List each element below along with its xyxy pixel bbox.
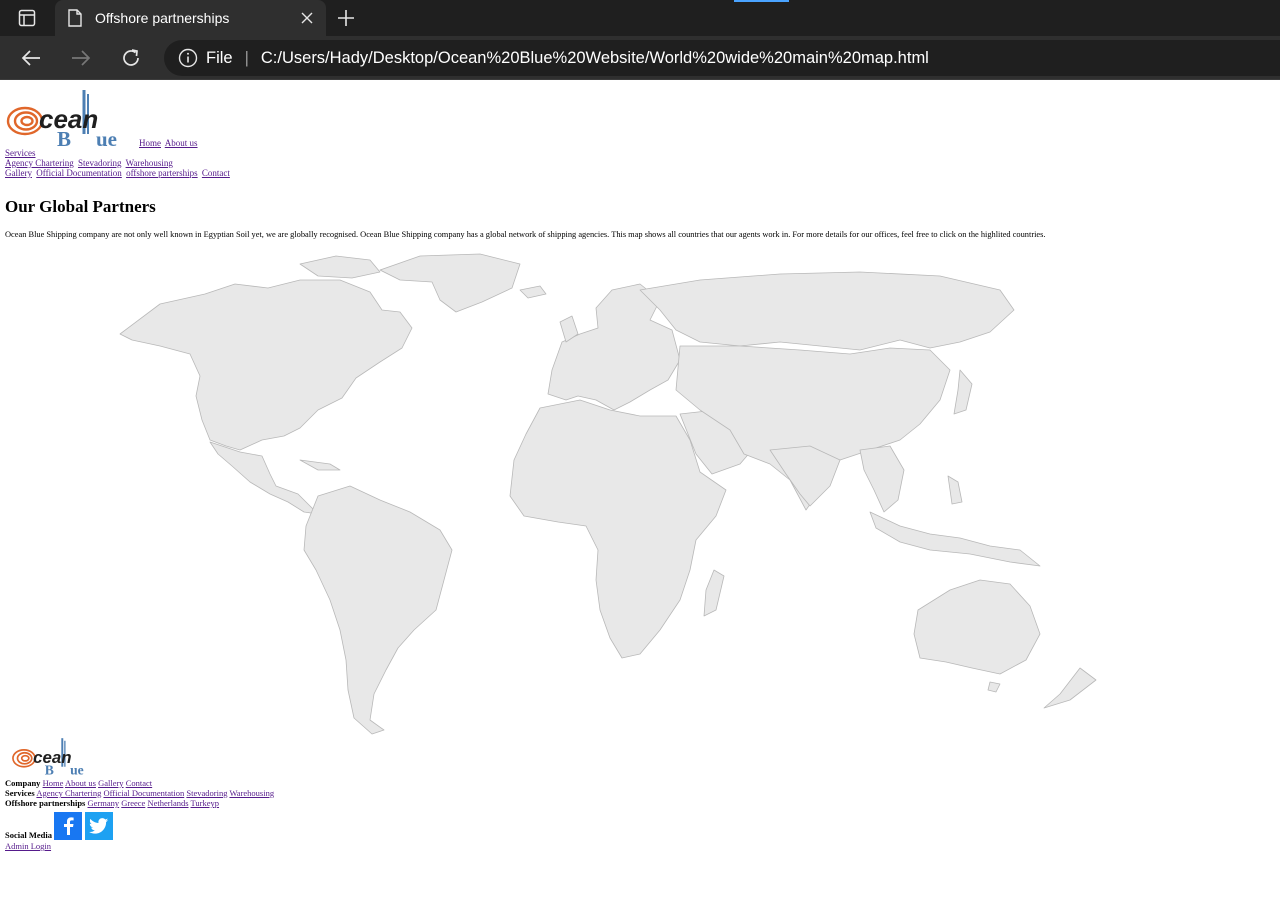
map-country-philippines[interactable] <box>947 475 963 505</box>
nav-link-agency-chartering[interactable]: Agency Chartering <box>5 158 74 168</box>
back-arrow-icon[interactable] <box>16 44 46 72</box>
nav-link-official-documentation[interactable]: Official Documentation <box>36 168 122 178</box>
footer-link-stevadoring[interactable]: Stevadoring <box>186 788 227 798</box>
footer-logo-letter-b: B <box>45 763 54 776</box>
nav-link-contact[interactable]: Contact <box>202 168 230 178</box>
footer-offshore-row: Offshore partnerships Germany Greece Net… <box>5 798 274 808</box>
footer-admin-row: Admin Login <box>5 841 274 851</box>
page-title: Our Global Partners <box>5 197 156 216</box>
address-bar[interactable]: File | C:/Users/Hady/Desktop/Ocean%20Blu… <box>164 40 1280 76</box>
intro-paragraph: Ocean Blue Shipping company are not only… <box>5 230 1046 239</box>
browser-toolbar: File | C:/Users/Hady/Desktop/Ocean%20Blu… <box>0 36 1280 80</box>
reload-icon[interactable] <box>116 44 146 72</box>
map-country-india[interactable] <box>769 445 841 507</box>
footer-services-row: Services Agency Chartering Official Docu… <box>5 788 274 798</box>
nav-link-services[interactable]: Services <box>5 148 36 158</box>
world-map[interactable] <box>0 250 1140 740</box>
map-country-tasmania[interactable] <box>987 681 1001 693</box>
footer-logo[interactable]: cean B ue <box>11 738 85 778</box>
address-separator: | <box>244 48 249 67</box>
map-country-australia[interactable] <box>913 579 1041 675</box>
map-country-north-america[interactable] <box>119 279 413 451</box>
map-country-indonesia[interactable] <box>869 511 1041 567</box>
map-country-south-america[interactable] <box>303 485 453 735</box>
site-header: cean B ue Home About us Services Agency … <box>5 90 232 178</box>
nav-link-stevadoring[interactable]: Stevadoring <box>78 158 122 168</box>
footer-link-greece[interactable]: Greece <box>121 798 145 808</box>
logo-word-ue: ue <box>96 127 117 148</box>
social-media-label: Social Media <box>5 830 52 840</box>
footer-link-germany[interactable]: Germany <box>88 798 120 808</box>
tab-actions-icon[interactable] <box>8 6 46 30</box>
footer-services-label: Services <box>5 788 35 798</box>
map-country-greenland[interactable] <box>379 253 521 313</box>
map-country-japan[interactable] <box>953 369 973 415</box>
close-icon[interactable] <box>292 3 322 33</box>
map-country-russia[interactable] <box>639 271 1015 351</box>
map-country-madagascar[interactable] <box>703 569 725 617</box>
footer-link-netherlands[interactable]: Netherlands <box>147 798 188 808</box>
footer-company-label: Company <box>5 778 41 788</box>
forward-arrow-icon[interactable] <box>66 44 96 72</box>
footer-link-warehousing[interactable]: Warehousing <box>229 788 274 798</box>
browser-tab[interactable]: Offshore partnerships <box>55 0 326 36</box>
page-icon <box>68 9 82 27</box>
footer-link-gallery[interactable]: Gallery <box>98 778 124 788</box>
footer-link-home[interactable]: Home <box>43 778 64 788</box>
browser-titlebar: Offshore partnerships <box>0 0 1280 36</box>
header-nav-row-2: Services <box>5 148 232 158</box>
logo-letter-b: B <box>57 127 71 148</box>
map-country-cuba[interactable] <box>299 459 341 471</box>
ocean-blue-logo[interactable]: cean B ue <box>5 90 119 148</box>
address-scheme: File <box>206 48 233 67</box>
footer-company-row: Company Home About us Gallery Contact <box>5 778 274 788</box>
plus-icon[interactable] <box>332 4 360 32</box>
footer-link-agency-chartering[interactable]: Agency Chartering <box>36 788 101 798</box>
nav-link-about[interactable]: About us <box>165 138 198 148</box>
map-country-mexico[interactable] <box>209 441 319 515</box>
site-footer: cean B ue Company Home About us Gallery … <box>5 738 274 851</box>
nav-link-warehousing[interactable]: Warehousing <box>126 158 173 168</box>
twitter-icon[interactable] <box>84 812 113 840</box>
nav-link-offshore-parterships[interactable]: offshore parterships <box>126 168 198 178</box>
social-media-row: Social Media <box>5 812 274 840</box>
address-url[interactable]: C:/Users/Hady/Desktop/Ocean%20Blue%20Web… <box>261 49 929 68</box>
page-content: cean B ue Home About us Services Agency … <box>0 80 1280 899</box>
map-country-canada-islands[interactable] <box>299 255 381 279</box>
info-icon[interactable] <box>178 48 198 68</box>
footer-link-official-documentation[interactable]: Official Documentation <box>103 788 184 798</box>
map-country-iceland[interactable] <box>519 285 547 299</box>
map-country-southeast-asia[interactable] <box>859 445 905 513</box>
nav-link-home[interactable]: Home <box>139 138 161 148</box>
admin-login-link[interactable]: Admin Login <box>5 841 51 851</box>
header-nav-row-1: Home About us <box>139 138 200 148</box>
map-country-new-zealand[interactable] <box>1043 667 1097 709</box>
footer-link-turkey[interactable]: Turkeyp <box>191 798 220 808</box>
tab-title: Offshore partnerships <box>95 10 230 26</box>
facebook-icon[interactable] <box>53 812 82 840</box>
footer-link-contact[interactable]: Contact <box>126 778 152 788</box>
footer-link-about[interactable]: About us <box>65 778 96 788</box>
nav-link-gallery[interactable]: Gallery <box>5 168 32 178</box>
footer-offshore-label: Offshore partnerships <box>5 798 86 808</box>
window-focus-indicator <box>734 0 789 2</box>
header-nav-row-3: Agency Chartering Stevadoring Warehousin… <box>5 158 232 168</box>
footer-logo-word-ue: ue <box>70 763 84 776</box>
header-nav-row-4: Gallery Official Documentation offshore … <box>5 168 232 178</box>
